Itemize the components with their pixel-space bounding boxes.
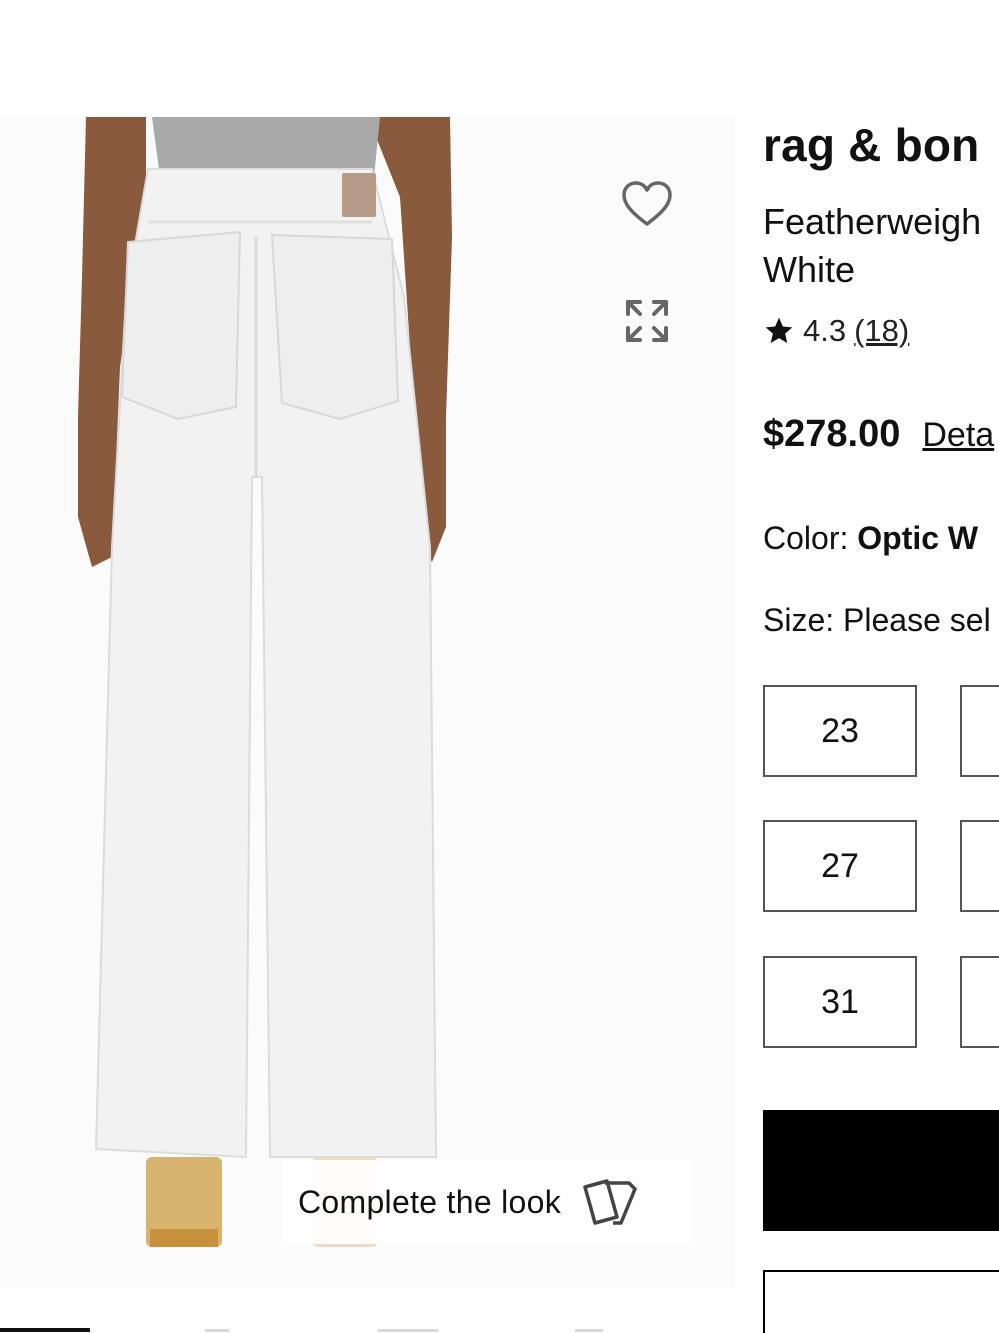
brand-name[interactable]: rag & bon xyxy=(763,118,979,172)
price: $278.00 xyxy=(763,413,901,455)
product-name: Featherweigh White xyxy=(763,198,999,294)
add-to-bag-button[interactable] xyxy=(763,1110,999,1231)
size-prompt: Size: Please sel xyxy=(763,602,991,638)
size-option-23[interactable]: 23 xyxy=(763,685,917,777)
size-option-27[interactable]: 27 xyxy=(763,820,917,912)
details-link[interactable]: Deta xyxy=(922,416,994,455)
price-row: $278.00 Deta xyxy=(763,413,994,456)
complete-the-look-button[interactable]: Complete the look xyxy=(282,1160,692,1244)
color-value: Optic W xyxy=(857,520,979,556)
thumbnail-indicator[interactable] xyxy=(205,1329,229,1332)
star-icon xyxy=(765,317,793,343)
expand-arrows-icon xyxy=(626,300,668,342)
secondary-action-button[interactable] xyxy=(763,1270,999,1333)
product-name-line-1: Featherweigh xyxy=(763,201,982,242)
size-option[interactable] xyxy=(960,820,999,912)
product-image-gallery[interactable]: Complete the look xyxy=(0,117,735,1289)
thumbnail-indicator-active[interactable] xyxy=(0,1328,90,1332)
add-to-wishlist-button[interactable] xyxy=(617,174,677,234)
rating-summary: 4.3 (18) xyxy=(763,313,909,349)
product-name-line-2: White xyxy=(763,249,856,290)
color-label: Color: xyxy=(763,520,858,556)
review-count-link[interactable]: (18) xyxy=(854,313,909,349)
thumbnail-strip[interactable] xyxy=(0,1327,735,1333)
product-info-panel: rag & bon Featherweigh White 4.3 (18) $2… xyxy=(763,0,999,1333)
size-option[interactable] xyxy=(960,685,999,777)
size-option-31[interactable]: 31 xyxy=(763,956,917,1048)
thumbnail-indicator[interactable] xyxy=(378,1329,438,1332)
rating-value: 4.3 xyxy=(803,313,847,348)
expand-image-button[interactable] xyxy=(617,291,677,351)
cards-icon xyxy=(583,1179,637,1225)
color-selection: Color: Optic W xyxy=(763,520,978,557)
heart-outline-icon xyxy=(622,181,672,226)
complete-the-look-label: Complete the look xyxy=(298,1183,562,1220)
size-option[interactable] xyxy=(960,956,999,1048)
thumbnail-indicator[interactable] xyxy=(575,1329,603,1332)
